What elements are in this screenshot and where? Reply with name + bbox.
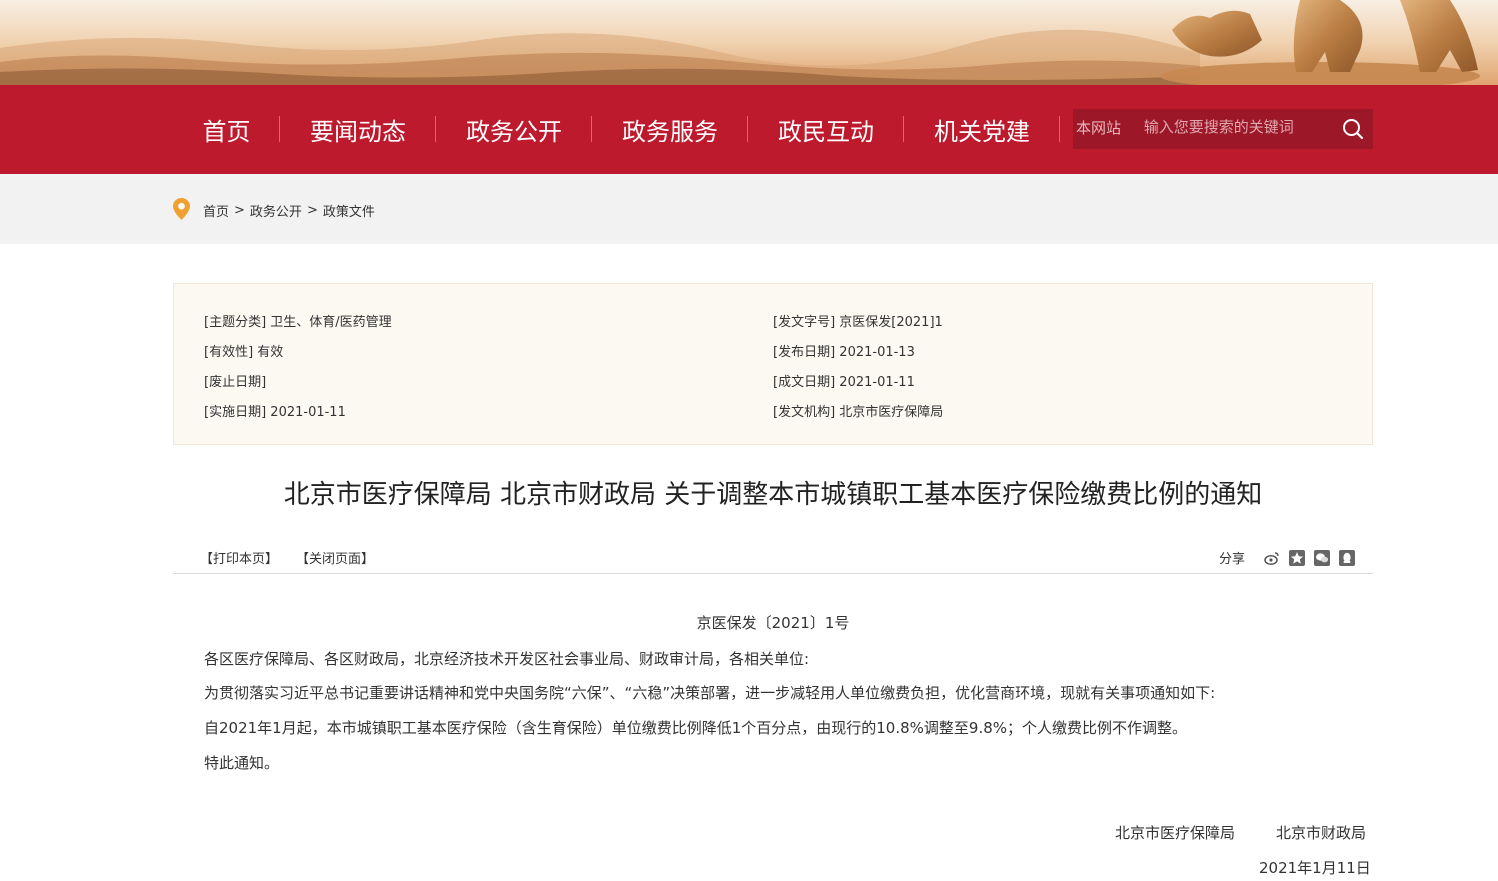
share-label: 分享 xyxy=(1218,552,1245,567)
article-title: 北京市医疗保障局 北京市财政局 关于调整本市城镇职工基本医疗保险缴费比例的通知 xyxy=(283,480,1263,510)
signing-date: 2021年1月11日 xyxy=(1259,859,1371,877)
nav-item-home[interactable]: 首页 xyxy=(173,85,280,174)
search-scope-label[interactable]: 本网站 xyxy=(1073,117,1144,138)
search-box: 本网站 xyxy=(1073,109,1373,149)
weibo-icon[interactable] xyxy=(1264,550,1280,566)
meta-written-date: [成文日期] 2021-01-11 xyxy=(773,375,915,390)
nav-item-news[interactable]: 要闻动态 xyxy=(280,85,436,174)
search-button[interactable] xyxy=(1334,109,1373,149)
meta-expiry-date: [废止日期] xyxy=(204,375,267,390)
breadcrumb-separator: > xyxy=(234,202,245,218)
search-input[interactable] xyxy=(1143,118,1334,136)
breadcrumb-policy-docs[interactable]: 政策文件 xyxy=(323,201,375,220)
body-paragraph-intro: 为贯彻落实习近平总书记重要讲话精神和党中央国务院“六保”、“六稳”决策部署，进一… xyxy=(204,684,1216,702)
breadcrumb-home[interactable]: 首页 xyxy=(203,201,229,220)
search-icon xyxy=(1343,119,1364,140)
body-paragraph-recipients: 各区医疗保障局、各区财政局，北京经济技术开发区社会事业局、财政审计局，各相关单位… xyxy=(204,650,810,668)
document-number: 京医保发〔2021〕1号 xyxy=(696,614,850,632)
banner-landscape-image xyxy=(0,0,1498,85)
main-nav: 首页 要闻动态 政务公开 政务服务 政民互动 机关党建 本网站 xyxy=(0,85,1498,174)
body-paragraph-closing: 特此通知。 xyxy=(204,754,280,772)
meta-effective-date: [实施日期] 2021-01-11 xyxy=(204,405,346,420)
signer-finance-bureau: 北京市财政局 xyxy=(1276,824,1367,842)
nav-item-interaction[interactable]: 政民互动 xyxy=(748,85,904,174)
nav-item-gov-affairs[interactable]: 政务公开 xyxy=(436,85,592,174)
signer-medical-security-bureau: 北京市医疗保障局 xyxy=(1115,824,1236,842)
meta-topic: [主题分类] 卫生、体育/医药管理 xyxy=(204,315,392,330)
share-bar: 分享 xyxy=(1219,548,1355,567)
meta-issuing-agency: [发文机构] 北京市医疗保障局 xyxy=(773,405,944,420)
article-toolbar: 【打印本页】 【关闭页面】 分享 xyxy=(173,545,1373,574)
breadcrumb-bar: 首页 > 政务公开 > 政策文件 xyxy=(0,174,1498,244)
wechat-icon[interactable] xyxy=(1314,549,1330,566)
breadcrumb: 首页 > 政务公开 > 政策文件 xyxy=(173,198,379,220)
body-paragraph-policy: 自2021年1月起，本市城镇职工基本医疗保险（含生育保险）单位缴费比例降低1个百… xyxy=(204,719,1188,737)
location-pin-icon xyxy=(173,198,190,220)
meta-doc-number: [发文字号] 京医保发[2021]1 xyxy=(773,315,943,330)
nav-menu: 首页 要闻动态 政务公开 政务服务 政民互动 机关党建 xyxy=(173,85,1060,174)
breadcrumb-separator: > xyxy=(306,202,318,218)
qzone-icon[interactable] xyxy=(1289,549,1305,566)
nav-item-gov-services[interactable]: 政务服务 xyxy=(592,85,748,174)
qq-icon[interactable] xyxy=(1339,549,1355,566)
document-meta-box: [主题分类] 卫生、体育/医药管理 [有效性] 有效 [废止日期] [实施日期]… xyxy=(173,283,1373,445)
meta-validity: [有效性] 有效 xyxy=(204,345,284,360)
print-page-link[interactable]: 【打印本页】 xyxy=(200,548,278,567)
meta-publish-date: [发布日期] 2021-01-13 xyxy=(773,345,915,360)
header-banner xyxy=(0,0,1498,85)
close-page-link[interactable]: 【关闭页面】 xyxy=(296,548,374,567)
breadcrumb-gov-affairs[interactable]: 政务公开 xyxy=(250,201,302,220)
nav-item-party-building[interactable]: 机关党建 xyxy=(904,85,1060,174)
